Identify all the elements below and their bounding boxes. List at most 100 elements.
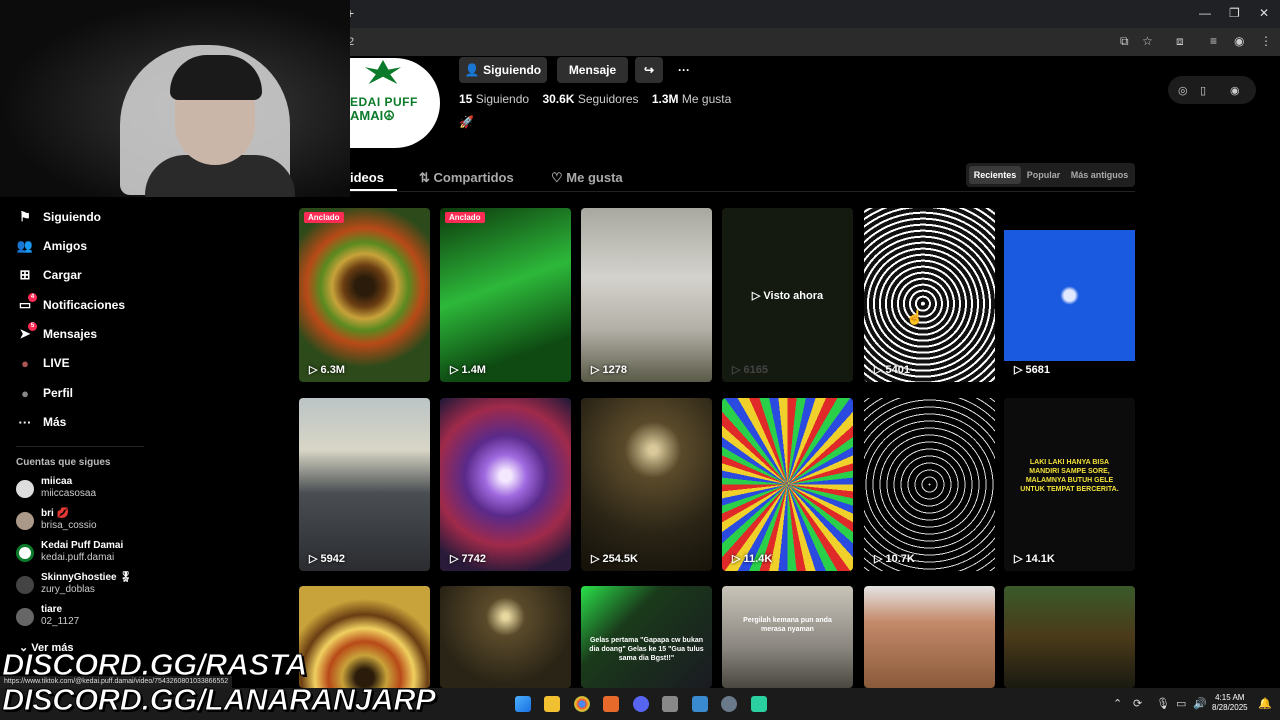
sidebar-item-live[interactable]: ● LIVE — [16, 352, 70, 374]
maximize-icon[interactable]: ❐ — [1229, 6, 1240, 20]
app-icon[interactable] — [751, 696, 767, 712]
mouse-cursor-icon: ☝ — [906, 309, 924, 325]
video-tile[interactable]: Anclado ▷ 6.3M — [299, 208, 430, 382]
sidebar-item-upload[interactable]: ⊞ Cargar — [16, 264, 82, 286]
video-tile[interactable]: ▷ 10.7K — [864, 398, 995, 571]
user-check-icon: 👤 — [464, 63, 484, 77]
sidebar-item-more[interactable]: ··· Más — [16, 411, 67, 433]
chrome-icon[interactable] — [574, 696, 590, 712]
url-field[interactable]: 2 — [340, 32, 1100, 52]
view-count: ▷ 14.1K — [1014, 553, 1055, 565]
sidebar-item-following[interactable]: ⚑ Siguiendo — [16, 206, 101, 228]
following-account[interactable]: bri 💋 brisa_cossio — [16, 508, 97, 534]
more-options-icon[interactable]: ··· — [670, 57, 698, 83]
sidebar-item-notifications[interactable]: ▭ 4 Notificaciones — [16, 293, 125, 316]
friends-icon: 👥 — [16, 238, 34, 253]
following-icon: ⚑ — [19, 209, 31, 224]
bookmark-star-icon[interactable]: ☆ — [1142, 34, 1153, 48]
profile-icon[interactable]: ◉ — [1234, 34, 1244, 48]
view-count: ▷ 7742 — [450, 553, 486, 565]
sort-popular[interactable]: Popular — [1023, 166, 1064, 184]
watched-now-overlay: ▷ Visto ahora — [751, 289, 824, 302]
taskbar-clock[interactable]: 4:15 AM 8/28/2025 — [1212, 693, 1248, 713]
start-icon[interactable] — [515, 696, 531, 712]
video-tile[interactable]: LAKI LAKI HANYA BISA MANDIRI SAMPE SORE,… — [1004, 398, 1135, 571]
notification-icon[interactable]: 🔔 — [1258, 697, 1272, 710]
sidebar-divider — [16, 446, 144, 447]
menu-icon[interactable]: ⋮ — [1260, 34, 1272, 48]
app-icon[interactable] — [692, 696, 708, 712]
app-icon[interactable] — [603, 696, 619, 712]
message-button[interactable]: Mensaje — [557, 57, 628, 83]
install-icon[interactable]: ⧉ — [1120, 34, 1129, 49]
media-icon[interactable]: ≡ — [1210, 34, 1217, 48]
video-tile[interactable]: ▷ 254.5K — [581, 398, 712, 571]
video-tile[interactable]: ▷ 1278 — [581, 208, 712, 382]
video-tile[interactable]: ▷ Visto ahora ▷ 6165 — [722, 208, 853, 382]
video-tile[interactable]: Anclado ▷ 1.4M — [440, 208, 571, 382]
video-tile[interactable]: ▷ 5681 — [1004, 208, 1135, 382]
view-count: ▷ 11.4K — [732, 553, 773, 565]
view-count: ▷ 1278 — [591, 364, 627, 376]
following-button[interactable]: 👤 Siguiendo — [459, 57, 547, 83]
sidebar-item-friends[interactable]: 👥 Amigos — [16, 235, 87, 257]
notification-badge: 4 — [28, 293, 37, 302]
video-tile[interactable] — [440, 586, 571, 688]
video-tile[interactable]: ▷ 5942 — [299, 398, 430, 571]
view-count: ▷ 5942 — [309, 553, 345, 565]
profile-stats: 15 Siguiendo 30.6K Seguidores 1.3M Me gu… — [459, 92, 732, 106]
discord-icon[interactable] — [633, 696, 649, 712]
sync-icon[interactable]: ⟳ — [1133, 697, 1142, 710]
pinned-badge: Anclado — [304, 212, 344, 223]
minimize-icon[interactable]: — — [1199, 6, 1211, 20]
video-caption: Gelas pertama "Gapapa cw bukan dia doang… — [589, 637, 704, 662]
chevron-up-icon[interactable]: ⌃ — [1113, 697, 1122, 710]
following-account[interactable]: miicaa miiccasosaa — [16, 476, 96, 502]
video-tile[interactable]: ▷ 7742 — [440, 398, 571, 571]
profile-avatar-icon: ● — [21, 385, 29, 401]
user-avatar[interactable]: ◉ — [1230, 84, 1240, 97]
phone-icon[interactable]: ▯ — [1200, 84, 1206, 97]
tab-videos[interactable]: ideos — [350, 170, 384, 185]
video-tile[interactable]: Gelas pertama "Gapapa cw bukan dia doang… — [581, 586, 712, 688]
sort-recent[interactable]: Recientes — [969, 166, 1021, 184]
following-account[interactable]: tiare 02_1127 — [16, 604, 79, 630]
volume-icon[interactable]: 🔊 — [1193, 697, 1207, 710]
following-account[interactable]: SkinnyGhostiee 🎖 zury_doblas — [16, 572, 132, 598]
following-account[interactable]: Kedai Puff Damai kedai.puff.damai — [16, 540, 123, 566]
sort-oldest[interactable]: Más antiguos — [1066, 166, 1133, 184]
sidebar-item-profile[interactable]: ● Perfil — [16, 382, 73, 404]
settings-icon[interactable] — [721, 696, 737, 712]
video-tile[interactable]: ▷ 11.4K — [722, 398, 853, 571]
divider — [350, 191, 1135, 192]
video-tile[interactable]: Pergilah kemana pun anda merasa nyaman — [722, 586, 853, 688]
app-icon[interactable] — [662, 696, 678, 712]
avatar — [16, 480, 34, 498]
compass-icon[interactable]: ◎ — [1178, 84, 1188, 97]
view-count: ▷ 5401 — [874, 364, 910, 376]
file-explorer-icon[interactable] — [544, 696, 560, 712]
sidebar-item-messages[interactable]: ➤ 5 Mensajes — [16, 322, 97, 345]
send-icon: ➤ 5 — [16, 322, 37, 342]
view-count: ▷ 254.5K — [591, 553, 638, 565]
avatar — [16, 512, 34, 530]
share-icon[interactable]: ↪ — [635, 57, 663, 83]
mic-icon[interactable]: 🎙 — [1156, 697, 1170, 710]
profile-avatar[interactable]: EDAI PUFF AMAI☮ — [350, 58, 440, 148]
video-tile[interactable] — [864, 586, 995, 688]
view-count: ▷ 6.3M — [309, 364, 345, 376]
discord-overlay-2: DISCORD.GG/LANARANJARP — [1, 682, 436, 718]
tab-shared[interactable]: ⇅ Compartidos — [419, 170, 514, 186]
extensions-icon[interactable]: ⧈ — [1176, 34, 1184, 49]
repost-icon: ⇅ — [419, 170, 434, 185]
message-badge: 5 — [28, 322, 37, 331]
video-tile[interactable] — [1004, 586, 1135, 688]
close-icon[interactable]: ✕ — [1259, 6, 1269, 20]
view-count: ▷ 6165 — [732, 364, 768, 376]
avatar — [16, 544, 34, 562]
video-caption: LAKI LAKI HANYA BISA MANDIRI SAMPE SORE,… — [1020, 459, 1119, 493]
video-tile[interactable] — [299, 586, 430, 688]
video-tile[interactable]: ▷ 5401 — [864, 208, 995, 382]
tab-liked[interactable]: ♡ Me gusta — [551, 170, 623, 186]
network-icon[interactable]: ▭ — [1176, 697, 1186, 710]
